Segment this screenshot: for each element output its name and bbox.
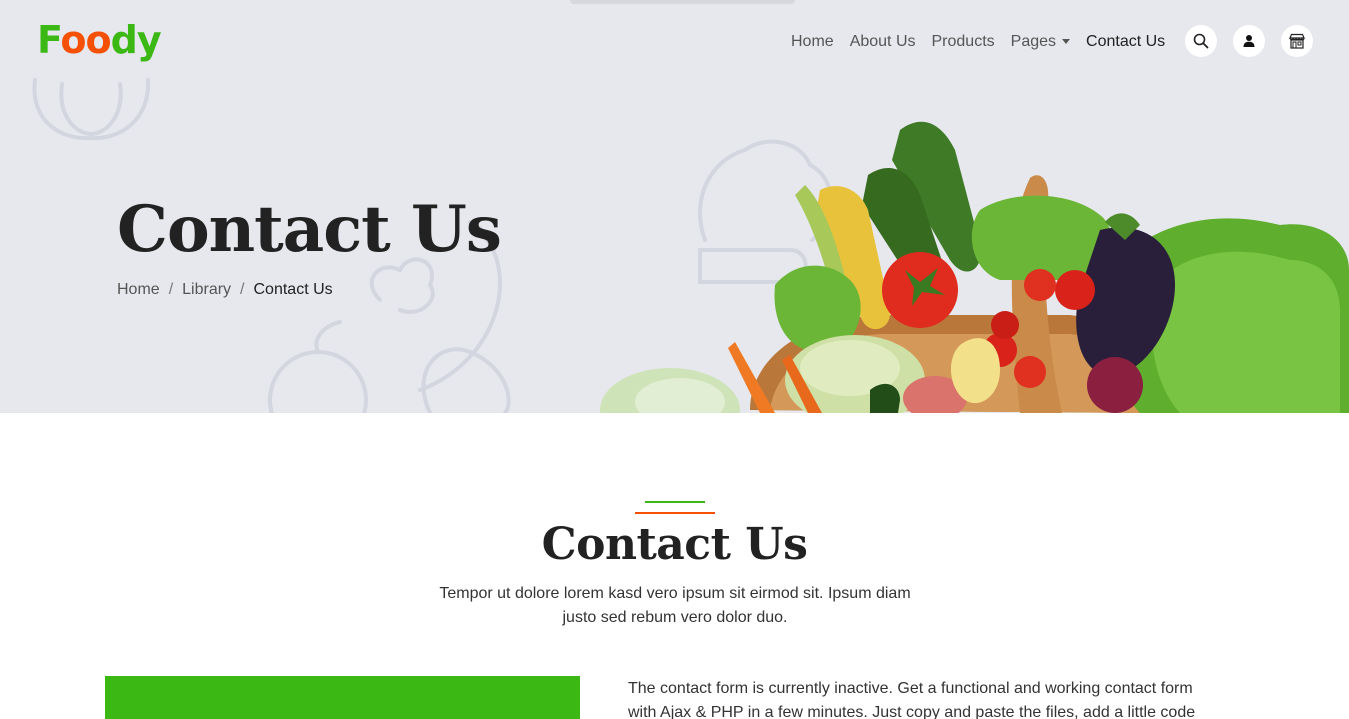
page-header: Foody Home About Us Products Pages Conta… (0, 0, 1349, 413)
breadcrumb-home[interactable]: Home (117, 279, 160, 301)
navbar-top-shadow (570, 0, 795, 4)
search-button[interactable] (1185, 25, 1217, 57)
breadcrumb-separator: / (168, 281, 174, 298)
caret-down-icon (1062, 39, 1071, 45)
section-title-accent-orange (635, 512, 715, 514)
nav-link-pages-label: Pages (1010, 33, 1057, 50)
page-header-title: Contact Us (117, 192, 502, 267)
nav-link-home[interactable]: Home (791, 33, 834, 51)
section-title: Contact Us (541, 519, 808, 570)
nav-menu: Home About Us Products Pages Contact Us (783, 30, 1173, 54)
vegetable-basket-image (600, 121, 1349, 413)
brand-logo[interactable]: Foody (37, 17, 162, 63)
nav-link-pages-dropdown[interactable]: Pages (1010, 33, 1071, 51)
brand-part-1: F (37, 18, 61, 62)
contact-info-panel (105, 676, 580, 719)
brand-part-2: oo (60, 18, 111, 62)
section-title-accent-green (645, 501, 705, 503)
user-icon (1243, 35, 1255, 47)
breadcrumb-library[interactable]: Library (182, 279, 231, 301)
breadcrumb-separator: / (240, 281, 245, 298)
nav-link-products[interactable]: Products (932, 33, 995, 51)
breadcrumb: Home / Library / Contact Us (117, 279, 333, 301)
navbar: Foody Home About Us Products Pages Conta… (0, 0, 1349, 84)
nav-link-contact[interactable]: Contact Us (1086, 33, 1165, 51)
shop-icon (1289, 33, 1305, 49)
account-button[interactable] (1233, 25, 1265, 57)
nav-link-about[interactable]: About Us (850, 33, 916, 51)
section-subtitle: Tempor ut dolore lorem kasd vero ipsum s… (439, 585, 911, 626)
brand-part-3: dy (110, 18, 162, 62)
contact-form-note: The contact form is currently inactive. … (628, 680, 1196, 719)
shop-button[interactable] (1281, 25, 1313, 57)
search-icon (1193, 33, 1209, 49)
breadcrumb-current: Contact Us (253, 281, 333, 298)
